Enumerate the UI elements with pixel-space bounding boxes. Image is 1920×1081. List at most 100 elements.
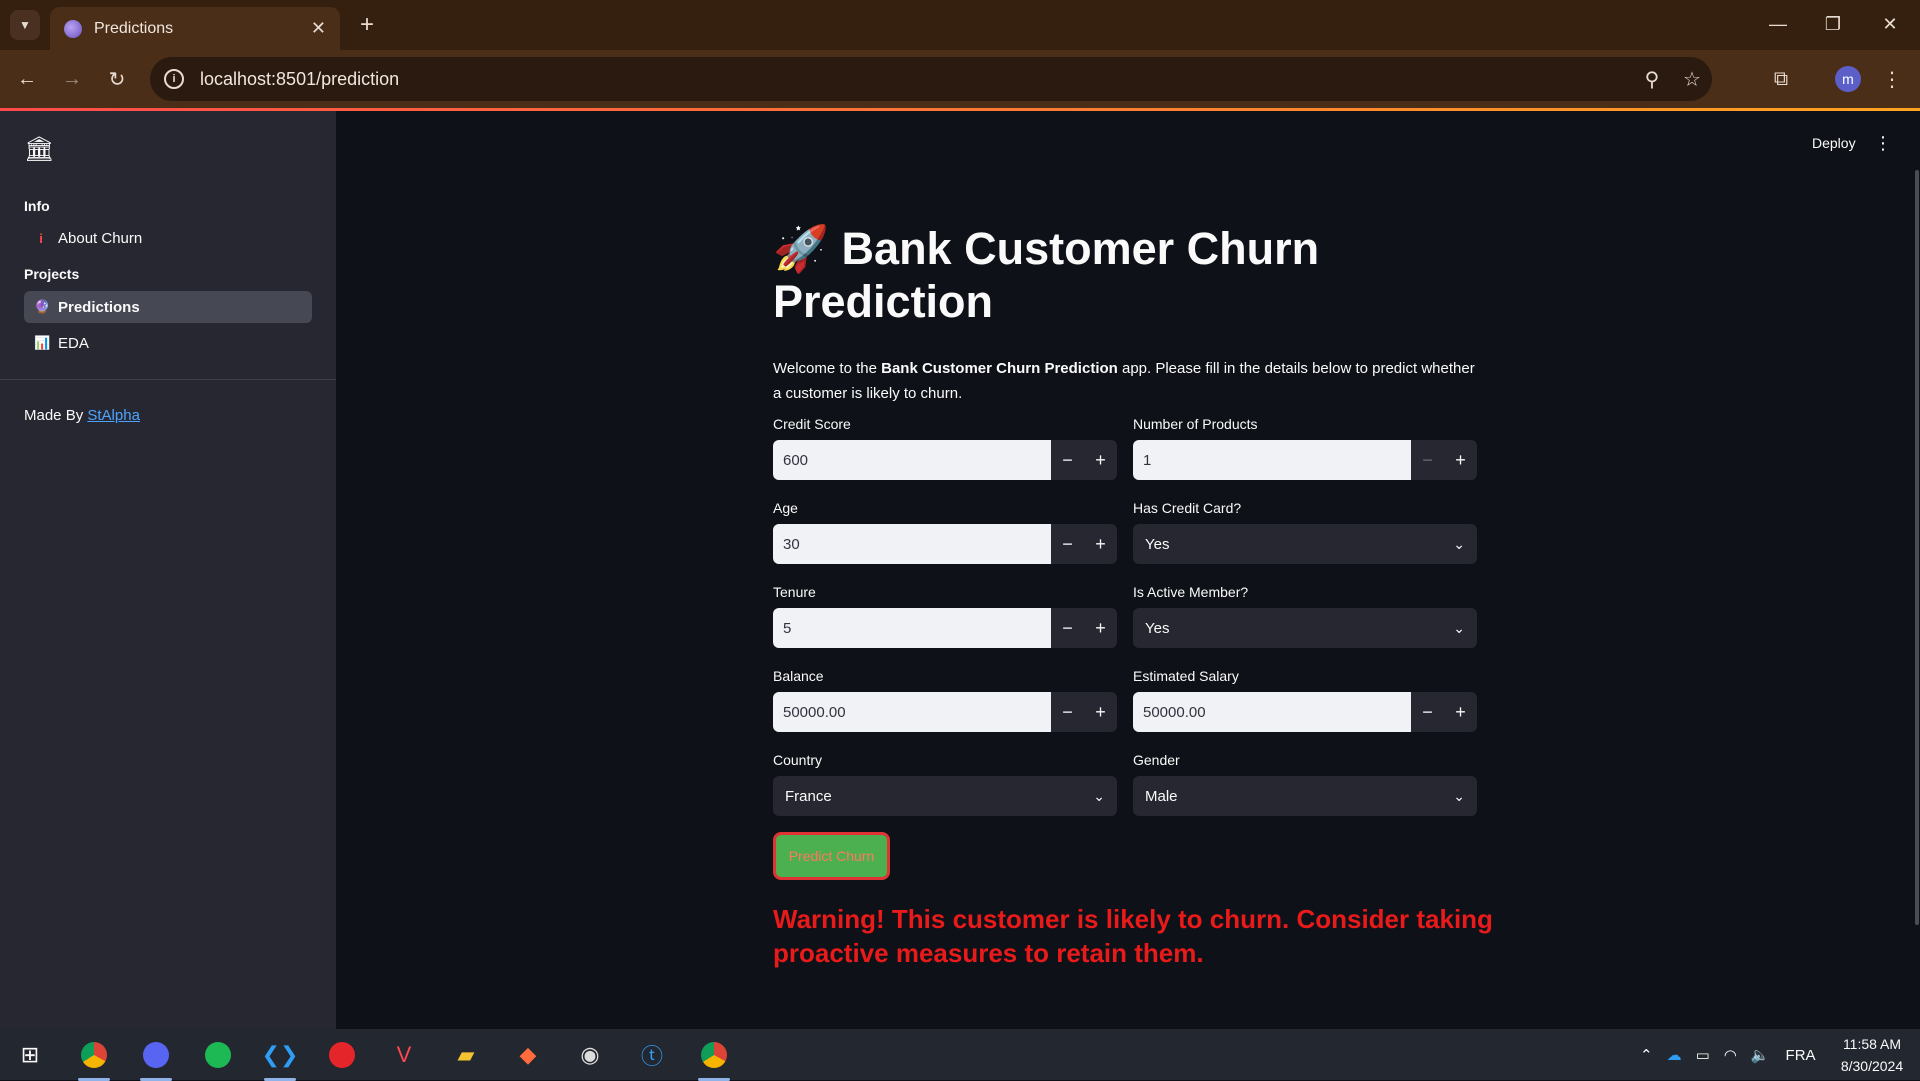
volume-icon[interactable]: 🔈 <box>1751 1046 1770 1064</box>
zoom-icon[interactable]: ⚲ <box>1632 57 1672 101</box>
tenure-label: Tenure <box>773 584 816 600</box>
age-label: Age <box>773 500 798 516</box>
sidebar-item-label: Predictions <box>58 298 140 316</box>
age-field: Age 30 − + <box>773 500 1117 564</box>
tenure-input[interactable]: 5 <box>773 608 1051 648</box>
age-input[interactable]: 30 <box>773 524 1051 564</box>
is-active-field: Is Active Member? Yes ⌄ <box>1133 584 1477 648</box>
salary-input[interactable]: 50000.00 <box>1133 692 1411 732</box>
bar-chart-icon: 📊 <box>34 335 51 350</box>
intro-prefix: Welcome to the <box>773 360 882 377</box>
sidebar-section-info: Info <box>24 198 50 214</box>
spotify-app-icon[interactable] <box>198 1035 238 1075</box>
browser-toolbar: ← → ↻ i localhost:8501/prediction ⚲ ☆ ⧉ … <box>0 50 1920 108</box>
chevron-up-icon[interactable]: ⌃ <box>1640 1046 1653 1064</box>
salary-label: Estimated Salary <box>1133 668 1239 684</box>
date-text: 8/30/2024 <box>1840 1058 1904 1074</box>
scrollbar[interactable] <box>1915 170 1919 925</box>
num-products-decrement-button[interactable]: − <box>1411 440 1444 480</box>
main-content: 🚀 Bank Customer Churn Prediction Welcome… <box>773 222 1493 968</box>
chevron-down-icon: ⌄ <box>1093 787 1105 804</box>
tab-title: Predictions <box>94 19 174 37</box>
balance-input[interactable]: 50000.00 <box>773 692 1051 732</box>
snipping-tool-icon[interactable]: ◉ <box>570 1035 610 1075</box>
time-text: 11:58 AM <box>1842 1036 1902 1052</box>
tab-favicon-icon <box>64 19 82 38</box>
windows-start-icon[interactable]: ⊞ <box>10 1035 50 1075</box>
battery-icon[interactable]: ▭ <box>1696 1046 1710 1064</box>
clock[interactable]: 11:58 AM 8/30/2024 <box>1832 1033 1912 1077</box>
sidebar-item-about-churn[interactable]: i About Churn <box>24 222 312 254</box>
num-products-input[interactable]: 1 <box>1133 440 1411 480</box>
has-credit-card-label: Has Credit Card? <box>1133 500 1242 516</box>
file-explorer-icon[interactable]: ▰ <box>446 1035 486 1075</box>
browser-menu-icon[interactable]: ⋮ <box>1875 62 1909 96</box>
num-products-increment-button[interactable]: + <box>1444 440 1477 480</box>
bookmark-star-icon[interactable]: ☆ <box>1672 57 1712 101</box>
balance-increment-button[interactable]: + <box>1084 692 1117 732</box>
chrome-profile-app-icon[interactable] <box>694 1035 734 1081</box>
country-value: France <box>785 787 832 805</box>
wifi-icon[interactable]: ◠ <box>1724 1046 1737 1064</box>
sidebar-item-eda[interactable]: 📊 EDA <box>24 327 312 359</box>
credit-score-increment-button[interactable]: + <box>1084 440 1117 480</box>
browser-tab[interactable]: Predictions ✕ <box>50 7 340 50</box>
close-window-icon[interactable]: ✕ <box>1870 8 1910 40</box>
sidebar-item-label: EDA <box>58 334 89 352</box>
new-tab-button[interactable]: + <box>352 10 382 40</box>
balance-decrement-button[interactable]: − <box>1051 692 1084 732</box>
chevron-down-icon: ⌄ <box>1453 619 1465 636</box>
author-link[interactable]: StAlpha <box>87 407 140 424</box>
num-products-label: Number of Products <box>1133 416 1258 432</box>
chevron-down-icon: ▼ <box>19 18 31 32</box>
edge-app-icon[interactable]: ⓣ <box>632 1035 672 1075</box>
forward-arrow-icon[interactable]: → <box>55 62 89 96</box>
credit-score-decrement-button[interactable]: − <box>1051 440 1084 480</box>
credit-score-input[interactable]: 600 <box>773 440 1051 480</box>
is-active-label: Is Active Member? <box>1133 584 1249 600</box>
age-decrement-button[interactable]: − <box>1051 524 1084 564</box>
tenure-increment-button[interactable]: + <box>1084 608 1117 648</box>
site-info-icon[interactable]: i <box>164 69 184 89</box>
salary-decrement-button[interactable]: − <box>1411 692 1444 732</box>
valorant-app-icon[interactable]: V <box>384 1035 424 1075</box>
discord-app-icon[interactable] <box>136 1035 176 1081</box>
has-credit-card-value: Yes <box>1145 535 1170 553</box>
intro-bold: Bank Customer Churn Prediction <box>881 360 1118 377</box>
chrome-app-icon[interactable] <box>74 1035 114 1081</box>
tenure-decrement-button[interactable]: − <box>1051 608 1084 648</box>
age-increment-button[interactable]: + <box>1084 524 1117 564</box>
predict-churn-button[interactable]: Predict Churn <box>773 832 890 880</box>
reload-icon[interactable]: ↻ <box>100 62 134 96</box>
main-menu-icon[interactable]: ⋮ <box>1874 133 1892 154</box>
vscode-app-icon[interactable]: ❮❯ <box>260 1035 300 1081</box>
tenure-field: Tenure 5 − + <box>773 584 1117 648</box>
office-app-icon[interactable]: ◆ <box>508 1035 548 1075</box>
gender-select[interactable]: Male ⌄ <box>1133 776 1477 816</box>
url-text[interactable]: localhost:8501/prediction <box>200 69 399 90</box>
tab-search-button[interactable]: ▼ <box>10 10 40 40</box>
close-tab-icon[interactable]: ✕ <box>311 18 326 39</box>
extensions-icon[interactable]: ⧉ <box>1764 62 1798 96</box>
onedrive-icon[interactable]: ☁ <box>1667 1046 1682 1064</box>
anydesk-app-icon[interactable] <box>322 1035 362 1075</box>
credit-score-label: Credit Score <box>773 416 851 432</box>
country-select[interactable]: France ⌄ <box>773 776 1117 816</box>
page-title: 🚀 Bank Customer Churn Prediction <box>773 222 1477 328</box>
sidebar-section-projects: Projects <box>24 266 80 282</box>
rocket-icon: 🚀 <box>773 223 830 274</box>
has-credit-card-select[interactable]: Yes ⌄ <box>1133 524 1477 564</box>
country-label: Country <box>773 752 823 768</box>
back-arrow-icon[interactable]: ← <box>10 62 44 96</box>
profile-avatar[interactable]: m <box>1835 66 1861 92</box>
deploy-button[interactable]: Deploy <box>1812 135 1856 151</box>
churn-warning-message: Warning! This customer is likely to chur… <box>773 904 1493 968</box>
salary-increment-button[interactable]: + <box>1444 692 1477 732</box>
crystal-ball-icon: 🔮 <box>34 299 51 314</box>
language-indicator[interactable]: FRA <box>1786 1047 1816 1064</box>
address-bar[interactable]: i localhost:8501/prediction ⚲ ☆ <box>150 57 1712 101</box>
minimize-icon[interactable]: — <box>1758 8 1798 40</box>
is-active-select[interactable]: Yes ⌄ <box>1133 608 1477 648</box>
restore-icon[interactable]: ❐ <box>1813 8 1853 40</box>
sidebar-item-predictions[interactable]: 🔮 Predictions <box>24 291 312 323</box>
